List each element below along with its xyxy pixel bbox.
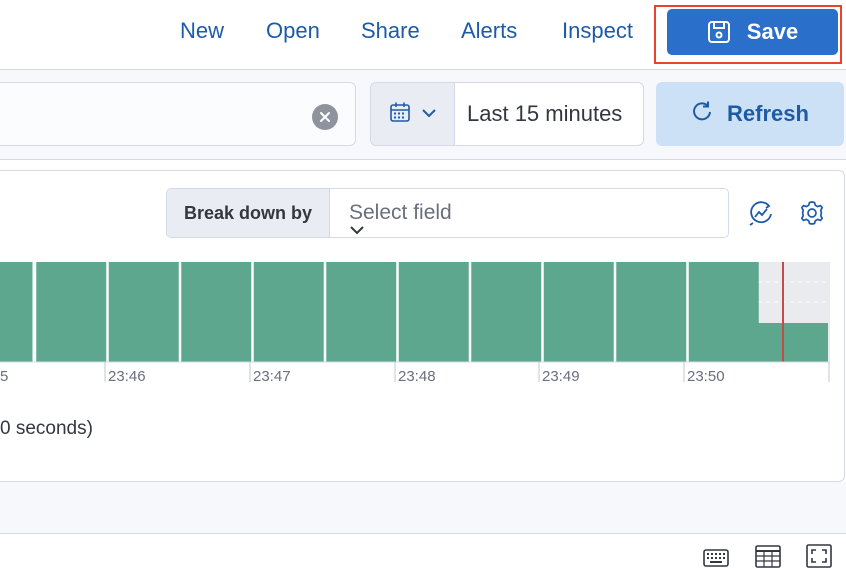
save-button[interactable]: Save (667, 9, 838, 55)
x-tick-label: 23:50 (687, 368, 725, 385)
x-tick-label: 23:48 (398, 368, 436, 385)
open-link[interactable]: Open (266, 16, 320, 46)
table-icon[interactable] (755, 544, 781, 568)
query-input[interactable] (0, 82, 356, 146)
inspect-link[interactable]: Inspect (562, 16, 633, 46)
keyboard-icon[interactable] (703, 546, 729, 568)
break-down-label: Break down by (167, 189, 330, 237)
clear-icon[interactable] (312, 104, 338, 130)
x-tick-label: 5 (0, 368, 9, 385)
fullscreen-icon[interactable] (806, 544, 832, 568)
break-down-control: Break down by Select field (166, 188, 729, 238)
bottom-strip (0, 482, 846, 534)
alerts-link[interactable]: Alerts (461, 16, 517, 46)
refresh-label: Refresh (727, 101, 809, 126)
bottom-toolbar (0, 534, 846, 568)
x-tick-label: 23:47 (253, 368, 291, 385)
visualize-icon[interactable] (747, 199, 775, 232)
histogram-bar[interactable] (181, 262, 252, 362)
histogram-bar[interactable] (108, 262, 179, 362)
quick-menu-button[interactable] (371, 83, 455, 145)
histogram-bar[interactable] (253, 262, 324, 362)
refresh-button[interactable]: Refresh (656, 82, 844, 146)
histogram-bar[interactable] (398, 262, 469, 362)
x-tick-label: 23:49 (542, 368, 580, 385)
new-link[interactable]: New (180, 16, 224, 46)
histogram-bar[interactable] (616, 262, 687, 362)
histogram-bar[interactable] (36, 262, 107, 362)
chevron-down-icon (349, 205, 710, 237)
refresh-icon (691, 100, 713, 128)
break-down-select[interactable]: Select field (330, 189, 728, 237)
save-label: Save (746, 19, 799, 44)
save-icon (707, 20, 731, 44)
date-picker: Last 15 minutes (370, 82, 644, 146)
histogram-bar-partial[interactable] (758, 323, 828, 362)
share-link[interactable]: Share (361, 16, 420, 46)
histogram-bar[interactable] (471, 262, 542, 362)
histogram-bar[interactable] (543, 262, 614, 362)
gear-icon[interactable] (798, 199, 826, 232)
histogram-bar[interactable] (0, 262, 33, 362)
date-range-label[interactable]: Last 15 minutes (467, 83, 622, 145)
calendar-icon (389, 101, 411, 128)
x-tick-label: 23:46 (108, 368, 146, 385)
chevron-down-icon (421, 105, 437, 123)
histogram-bar[interactable] (688, 262, 759, 362)
interval-text: 0 seconds) (0, 418, 93, 439)
histogram-bar[interactable] (326, 262, 397, 362)
